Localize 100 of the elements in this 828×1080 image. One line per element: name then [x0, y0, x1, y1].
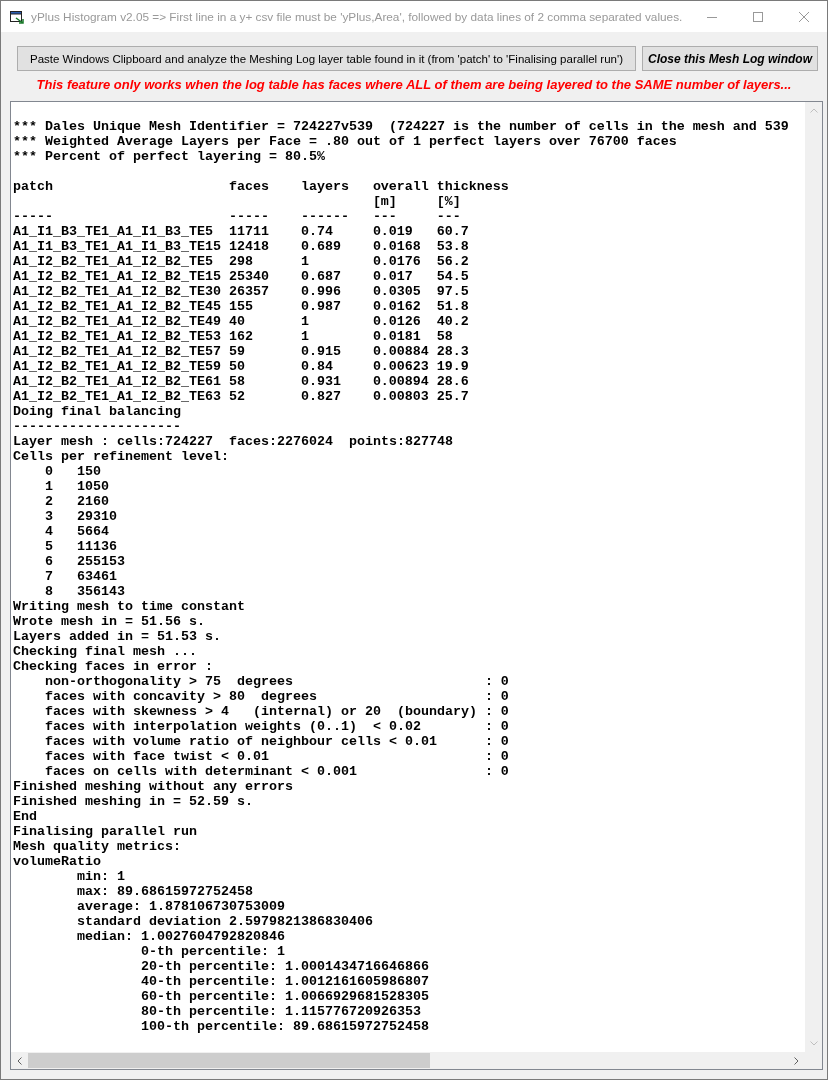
refinement-level: 4	[45, 524, 53, 539]
table-cell: 28.6	[436, 374, 469, 389]
table-cell: 0.00884	[372, 344, 429, 359]
dash-line: ---	[372, 209, 397, 224]
table-cell: A1_I2_B2_TE1_A1_I2_B2_TE30	[13, 284, 221, 299]
table-cell: 0.84	[300, 359, 333, 374]
left-chevron-icon	[17, 1056, 22, 1065]
table-cell: 11711	[228, 224, 269, 239]
log-line: ---------------------	[13, 419, 181, 434]
cell-count: 11136	[76, 539, 117, 554]
log-line: Doing final balancing	[13, 404, 181, 419]
table-cell: A1_I1_B3_TE1_A1_I1_B3_TE15	[13, 239, 221, 254]
cell-count: 150	[76, 464, 101, 479]
refinement-level: 8	[45, 584, 53, 599]
cell-count: 2160	[76, 494, 109, 509]
log-line: Layers added in = 51.53 s.	[13, 629, 221, 644]
check-description: faces with volume ratio of neighbour cells < 0.01	[45, 734, 437, 749]
refinement-level: 5	[45, 539, 53, 554]
table-cell: 26357	[228, 284, 269, 299]
table-cell: 0.0168	[372, 239, 421, 254]
table-cell: 12418	[228, 239, 269, 254]
check-result: : 0	[484, 749, 509, 764]
horizontal-scrollbar[interactable]	[11, 1052, 805, 1069]
table-cell: A1_I2_B2_TE1_A1_I2_B2_TE59	[13, 359, 221, 374]
check-description: non-orthogonality > 75 degrees	[45, 674, 293, 689]
column-header: overall	[372, 179, 429, 194]
table-cell: 52	[228, 389, 245, 404]
log-line: Mesh quality metrics:	[13, 839, 181, 854]
cell-count: 356143	[76, 584, 125, 599]
vertical-scrollbar[interactable]	[805, 102, 822, 1052]
maximize-icon	[753, 11, 763, 22]
log-line: Finalising parallel run	[13, 824, 197, 839]
log-line: 60-th percentile: 1.0066929681528305	[140, 989, 429, 1004]
dash-line: ---	[436, 209, 461, 224]
table-cell: 0.00894	[372, 374, 429, 389]
dash-line: -----	[13, 209, 53, 224]
table-cell: 40	[228, 314, 245, 329]
log-line: min: 1	[77, 869, 125, 884]
table-cell: 51.8	[436, 299, 469, 314]
table-cell: 0.827	[300, 389, 341, 404]
table-cell: 0.915	[300, 344, 341, 359]
log-line: 0-th percentile: 1	[140, 944, 285, 959]
table-cell: 162	[228, 329, 253, 344]
refinement-level: 6	[45, 554, 53, 569]
table-cell: 0.0305	[372, 284, 421, 299]
log-line: Layer mesh : cells:724227 faces:2276024 points:827748	[13, 434, 453, 449]
refinement-level: 3	[45, 509, 53, 524]
check-description: faces with concavity > 80 degrees	[45, 689, 317, 704]
refinement-level: 2	[45, 494, 53, 509]
dash-line: -----	[228, 209, 269, 224]
log-line: Checking final mesh ...	[13, 644, 197, 659]
log-line: 100-th percentile: 89.68615972752458	[140, 1019, 429, 1034]
cell-count: 63461	[76, 569, 117, 584]
table-cell: 0.0176	[372, 254, 421, 269]
table-cell: 1	[300, 329, 309, 344]
dash-line: ------	[300, 209, 349, 224]
table-cell: A1_I2_B2_TE1_A1_I2_B2_TE57	[13, 344, 221, 359]
log-line: *** Percent of perfect layering = 80.5%	[13, 149, 325, 164]
log-line: Writing mesh to time constant	[13, 599, 245, 614]
table-cell: 58	[436, 329, 453, 344]
close-icon	[799, 11, 809, 22]
cell-count: 29310	[76, 509, 117, 524]
table-cell: 25340	[228, 269, 269, 284]
log-line: max: 89.68615972752458	[77, 884, 253, 899]
table-cell: 56.2	[436, 254, 469, 269]
table-cell: 50	[228, 359, 245, 374]
log-line: Cells per refinement level:	[13, 449, 229, 464]
table-cell: 1	[300, 254, 309, 269]
table-cell: 0.931	[300, 374, 341, 389]
close-button[interactable]: Close this Mesh Log window	[642, 46, 818, 71]
refinement-level: 0	[45, 464, 53, 479]
unit-label: [%]	[436, 194, 461, 209]
table-cell: 59	[228, 344, 245, 359]
table-cell: A1_I2_B2_TE1_A1_I2_B2_TE45	[13, 299, 221, 314]
log-line: 80-th percentile: 1.115776720926353	[140, 1004, 421, 1019]
check-result: : 0	[484, 719, 509, 734]
table-cell: 0.0181	[372, 329, 421, 344]
table-cell: 0.74	[300, 224, 333, 239]
table-cell: 0.687	[300, 269, 341, 284]
table-cell: A1_I2_B2_TE1_A1_I2_B2_TE15	[13, 269, 221, 284]
refinement-level: 7	[45, 569, 53, 584]
table-cell: 25.7	[436, 389, 469, 404]
table-cell: 60.7	[436, 224, 469, 239]
table-cell: 40.2	[436, 314, 469, 329]
table-cell: A1_I2_B2_TE1_A1_I2_B2_TE49	[13, 314, 221, 329]
down-chevron-icon	[809, 1041, 818, 1046]
table-cell: 97.5	[436, 284, 469, 299]
check-description: faces with skewness > 4 (internal) or 20 (boundary)	[45, 704, 477, 719]
paste-button[interactable]: Paste Windows Clipboard and analyze the Meshing Log layer table found in it (from 'patch' to 'Finalising parallel run')	[17, 46, 636, 71]
log-line: Wrote mesh in = 51.56 s.	[13, 614, 205, 629]
log-line: End	[13, 809, 37, 824]
check-result: : 0	[484, 704, 509, 719]
table-cell: 155	[228, 299, 253, 314]
log-line: Checking faces in error :	[13, 659, 213, 674]
log-line: Finished meshing without any errors	[13, 779, 293, 794]
table-cell: 0.00803	[372, 389, 429, 404]
table-cell: 58	[228, 374, 245, 389]
scrollbar-thumb[interactable]	[28, 1053, 430, 1068]
column-header: layers	[300, 179, 349, 194]
log-text-box[interactable]	[10, 101, 823, 1070]
